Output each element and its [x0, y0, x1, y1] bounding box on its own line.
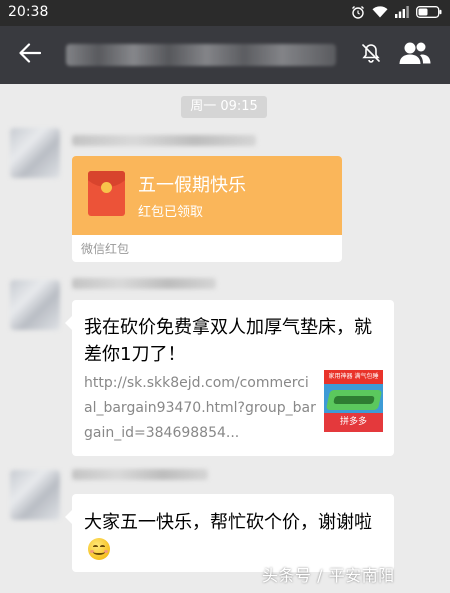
text-message[interactable]: 大家五一快乐，帮忙砍个价，谢谢啦: [65, 494, 394, 572]
red-envelope-icon: [88, 171, 125, 216]
sender-avatar[interactable]: [10, 470, 60, 520]
back-button[interactable]: [14, 41, 46, 69]
red-packet-body: 五一假期快乐 红包已领取: [72, 156, 342, 235]
link-card-title: 我在砍价免费拿双人加厚气垫床，就差你1刀了！: [84, 317, 372, 365]
sender-avatar[interactable]: [10, 128, 60, 178]
chat-header: [0, 26, 450, 84]
sender-name-blurred: [72, 469, 208, 480]
thumbnail-banner: 家用神器 满气包睡: [324, 370, 383, 384]
signal-icon: [395, 6, 409, 22]
sender-name-blurred: [72, 278, 216, 289]
text-message-content: 大家五一快乐，帮忙砍个价，谢谢啦: [84, 512, 372, 533]
red-packet-message[interactable]: 五一假期快乐 红包已领取 微信红包: [72, 156, 342, 262]
message-timestamp: 周一 09:15: [181, 96, 267, 118]
wifi-icon: [372, 6, 388, 22]
battery-icon: [416, 6, 442, 22]
sender-avatar[interactable]: [10, 280, 60, 330]
bell-muted-icon: [360, 42, 382, 68]
red-packet-status: 红包已领取: [138, 205, 204, 220]
status-icons: [351, 5, 442, 23]
red-packet-footer: 微信红包: [81, 242, 130, 256]
link-card-thumbnail: 家用神器 满气包睡 拼多多: [324, 370, 383, 432]
mute-indicator: [356, 40, 386, 70]
sender-name-blurred: [72, 135, 256, 146]
group-contacts-icon: [398, 40, 432, 70]
chat-title-blurred: [66, 44, 336, 66]
link-card-message[interactable]: 我在砍价免费拿双人加厚气垫床，就差你1刀了！ http://sk.skk8ejd…: [65, 300, 394, 456]
smile-emoji-icon: [88, 538, 110, 560]
alarm-icon: [351, 5, 365, 23]
pinduoduo-logo: 拼多多: [324, 413, 383, 432]
arrow-left-icon: [19, 43, 42, 67]
red-packet-title: 五一假期快乐: [138, 175, 246, 196]
chat-info-button[interactable]: [396, 40, 434, 70]
link-card-url[interactable]: http://sk.skk8ejd.com/commercial_bargain…: [84, 371, 316, 446]
status-bar: 20:38: [0, 0, 450, 26]
watermark: 头条号 / 平安南阳: [262, 566, 395, 585]
status-time: 20:38: [8, 4, 49, 20]
